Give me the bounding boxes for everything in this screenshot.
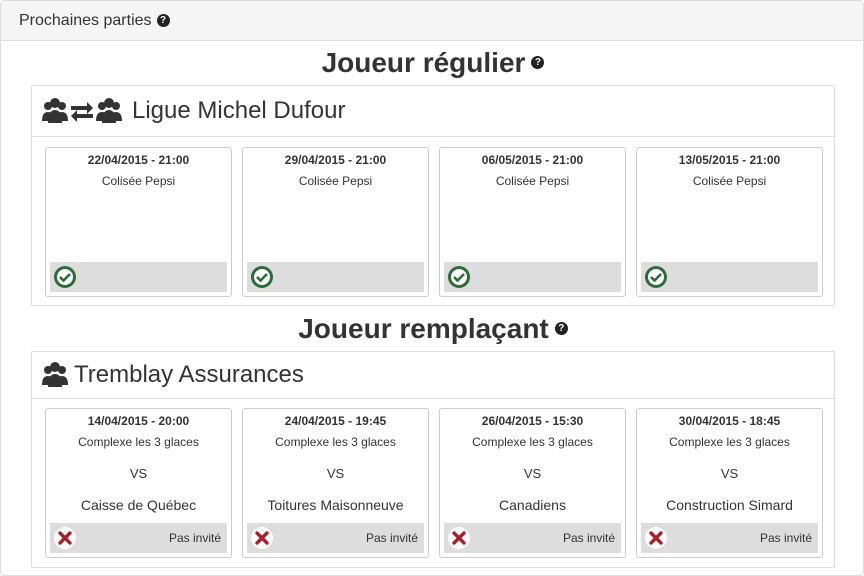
times-circle-icon[interactable] xyxy=(53,526,77,550)
game-card[interactable]: 13/05/2015 - 21:00 Colisée Pepsi xyxy=(636,147,823,297)
check-circle-icon[interactable] xyxy=(250,265,274,289)
game-card[interactable]: 30/04/2015 - 18:45 Complexe les 3 glaces… xyxy=(636,408,823,558)
game-card[interactable]: 29/04/2015 - 21:00 Colisée Pepsi xyxy=(242,147,429,297)
game-status-bar xyxy=(247,262,424,292)
regular-player-title: Joueur régulier? xyxy=(1,47,864,79)
times-circle-icon[interactable] xyxy=(644,526,668,550)
substitute-player-title-text: Joueur remplaçant xyxy=(298,313,549,344)
opponent-name: Toitures Maisonneuve xyxy=(267,497,404,513)
game-card[interactable]: 26/04/2015 - 15:30 Complexe les 3 glaces… xyxy=(439,408,626,558)
game-status-bar xyxy=(641,262,818,292)
vs-label: VS xyxy=(720,466,739,481)
game-date: 30/04/2015 - 18:45 xyxy=(678,414,781,428)
game-date: 24/04/2015 - 19:45 xyxy=(284,414,387,428)
check-circle-icon[interactable] xyxy=(447,265,471,289)
game-status-bar xyxy=(50,262,227,292)
regular-game-cards: 22/04/2015 - 21:00 Colisée Pepsi 29/04/2… xyxy=(45,147,823,297)
question-circle-icon[interactable]: ? xyxy=(156,14,170,27)
regular-league-header: Ligue Michel Dufour xyxy=(32,86,834,137)
question-circle-icon[interactable]: ? xyxy=(531,56,545,70)
game-location: Complexe les 3 glaces xyxy=(78,435,199,449)
substitute-team-box: Tremblay Assurances 14/04/2015 - 20:00 C… xyxy=(31,351,835,568)
game-location: Complexe les 3 glaces xyxy=(669,435,790,449)
invite-status: Pas invité xyxy=(759,531,812,545)
regular-league-box: Ligue Michel Dufour 22/04/2015 - 21:00 C… xyxy=(31,85,835,306)
game-location: Colisée Pepsi xyxy=(495,174,570,188)
substitute-game-cards: 14/04/2015 - 20:00 Complexe les 3 glaces… xyxy=(45,408,823,558)
invite-status: Pas invité xyxy=(562,531,615,545)
invite-status: Pas invité xyxy=(365,531,418,545)
game-location: Colisée Pepsi xyxy=(101,174,176,188)
substitute-team-header: Tremblay Assurances xyxy=(32,352,834,399)
game-status-bar: Pas invité xyxy=(641,523,818,553)
opponent-name: Caisse de Québec xyxy=(80,497,197,513)
users-exchange-icon xyxy=(42,98,122,123)
game-status-bar: Pas invité xyxy=(247,523,424,553)
check-circle-icon[interactable] xyxy=(53,265,77,289)
opponent-name: Canadiens xyxy=(499,497,566,513)
panel-heading: Prochaines parties ? xyxy=(1,1,863,41)
vs-label: VS xyxy=(326,466,345,481)
check-circle-icon[interactable] xyxy=(644,265,668,289)
panel-title: Prochaines parties xyxy=(19,11,152,29)
team-name: Tremblay Assurances xyxy=(74,361,304,388)
game-card[interactable]: 06/05/2015 - 21:00 Colisée Pepsi xyxy=(439,147,626,297)
users-icon xyxy=(42,362,68,387)
game-status-bar xyxy=(444,262,621,292)
game-location: Colisée Pepsi xyxy=(692,174,767,188)
game-card[interactable]: 24/04/2015 - 19:45 Complexe les 3 glaces… xyxy=(242,408,429,558)
substitute-player-title: Joueur remplaçant? xyxy=(1,313,864,345)
game-location: Complexe les 3 glaces xyxy=(472,435,593,449)
game-status-bar: Pas invité xyxy=(444,523,621,553)
game-card[interactable]: 22/04/2015 - 21:00 Colisée Pepsi xyxy=(45,147,232,297)
times-circle-icon[interactable] xyxy=(250,526,274,550)
game-card[interactable]: 14/04/2015 - 20:00 Complexe les 3 glaces… xyxy=(45,408,232,558)
vs-label: VS xyxy=(523,466,542,481)
game-status-bar: Pas invité xyxy=(50,523,227,553)
game-date: 13/05/2015 - 21:00 xyxy=(678,153,781,167)
vs-label: VS xyxy=(129,466,148,481)
game-location: Colisée Pepsi xyxy=(298,174,373,188)
opponent-name: Construction Simard xyxy=(666,497,793,513)
regular-player-title-text: Joueur régulier xyxy=(321,47,526,78)
invite-status: Pas invité xyxy=(168,531,221,545)
game-date: 14/04/2015 - 20:00 xyxy=(87,414,190,428)
game-location: Complexe les 3 glaces xyxy=(275,435,396,449)
times-circle-icon[interactable] xyxy=(447,526,471,550)
league-name: Ligue Michel Dufour xyxy=(132,97,346,124)
game-date: 29/04/2015 - 21:00 xyxy=(284,153,387,167)
question-circle-icon[interactable]: ? xyxy=(554,322,568,336)
game-date: 22/04/2015 - 21:00 xyxy=(87,153,190,167)
game-date: 26/04/2015 - 15:30 xyxy=(481,414,584,428)
game-date: 06/05/2015 - 21:00 xyxy=(481,153,584,167)
upcoming-games-panel: Prochaines parties ? Joueur régulier? Li… xyxy=(0,0,864,576)
